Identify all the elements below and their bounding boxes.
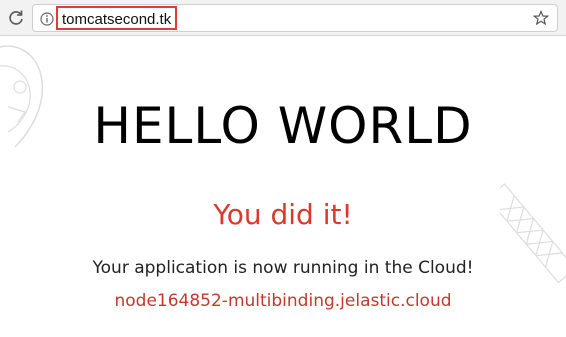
url-text[interactable]: tomcatsecond.tk <box>56 6 178 30</box>
browser-toolbar: tomcatsecond.tk <box>0 0 566 36</box>
node-hostname: node164852-multibinding.jelastic.cloud <box>114 291 452 311</box>
info-icon[interactable] <box>40 11 54 26</box>
status-message: Your application is now running in the C… <box>92 258 474 278</box>
page-content: HELLO WORLD You did it! Your application… <box>0 37 566 337</box>
success-message: You did it! <box>213 198 353 231</box>
star-icon[interactable] <box>532 9 550 26</box>
address-bar[interactable]: tomcatsecond.tk <box>32 4 558 32</box>
hello-world-heading: HELLO WORLD <box>93 97 473 155</box>
reload-icon[interactable] <box>6 8 26 28</box>
